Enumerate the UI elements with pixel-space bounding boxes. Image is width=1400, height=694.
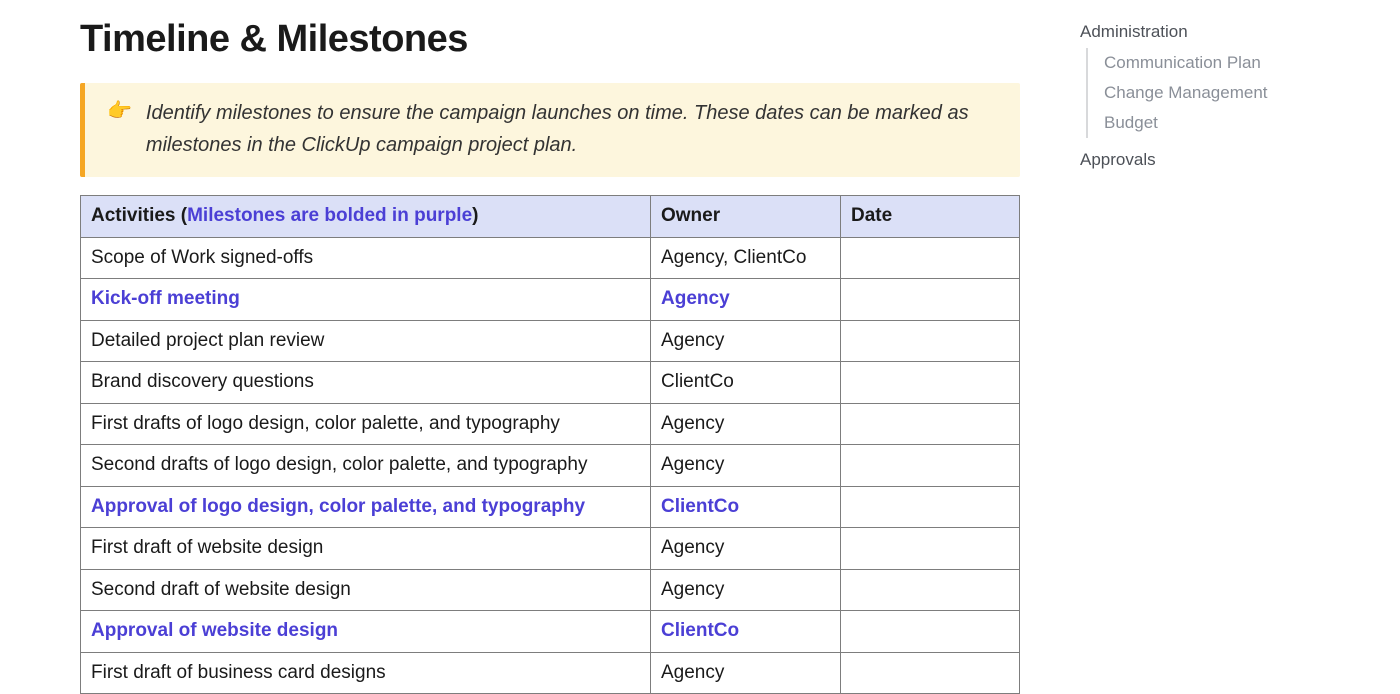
outline-sublist: Communication PlanChange ManagementBudge…	[1086, 48, 1340, 138]
date-cell[interactable]	[841, 362, 1020, 404]
owner-cell[interactable]: Agency	[651, 528, 841, 570]
owner-cell[interactable]: Agency, ClientCo	[651, 237, 841, 279]
activity-cell[interactable]: Second draft of website design	[81, 569, 651, 611]
table-row[interactable]: Scope of Work signed-offsAgency, ClientC…	[81, 237, 1020, 279]
table-row[interactable]: First draft of business card designsAgen…	[81, 652, 1020, 694]
activity-cell[interactable]: First drafts of logo design, color palet…	[81, 403, 651, 445]
date-cell[interactable]	[841, 569, 1020, 611]
owner-cell[interactable]: ClientCo	[651, 362, 841, 404]
date-cell[interactable]	[841, 528, 1020, 570]
callout-block: 👉 Identify milestones to ensure the camp…	[80, 83, 1020, 177]
outline-section-title[interactable]: Administration	[1080, 22, 1340, 42]
date-cell[interactable]	[841, 320, 1020, 362]
table-row[interactable]: Second drafts of logo design, color pale…	[81, 445, 1020, 487]
date-cell[interactable]	[841, 486, 1020, 528]
activity-cell[interactable]: Scope of Work signed-offs	[81, 237, 651, 279]
callout-text: Identify milestones to ensure the campai…	[146, 97, 998, 161]
col-header-date: Date	[841, 196, 1020, 238]
owner-cell[interactable]: Agency	[651, 445, 841, 487]
col-header-activities-highlight: Milestones are bolded in purple	[187, 205, 472, 226]
date-cell[interactable]	[841, 445, 1020, 487]
col-header-activities: Activities (Milestones are bolded in pur…	[81, 196, 651, 238]
table-row[interactable]: Detailed project plan reviewAgency	[81, 320, 1020, 362]
outline-sidebar: Administration Communication PlanChange M…	[1080, 10, 1340, 176]
table-row[interactable]: Brand discovery questionsClientCo	[81, 362, 1020, 404]
point-right-icon: 👉	[107, 97, 132, 125]
activity-cell[interactable]: First draft of business card designs	[81, 652, 651, 694]
activity-cell[interactable]: Approval of website design	[81, 611, 651, 653]
outline-section-title[interactable]: Approvals	[1080, 150, 1340, 170]
table-header-row: Activities (Milestones are bolded in pur…	[81, 196, 1020, 238]
owner-cell[interactable]: Agency	[651, 403, 841, 445]
owner-cell[interactable]: Agency	[651, 569, 841, 611]
owner-cell[interactable]: ClientCo	[651, 486, 841, 528]
activity-cell[interactable]: Kick-off meeting	[81, 279, 651, 321]
activity-cell[interactable]: Second drafts of logo design, color pale…	[81, 445, 651, 487]
main-content: Timeline & Milestones 👉 Identify milesto…	[80, 10, 1020, 694]
date-cell[interactable]	[841, 611, 1020, 653]
date-cell[interactable]	[841, 403, 1020, 445]
table-row[interactable]: Second draft of website designAgency	[81, 569, 1020, 611]
table-row[interactable]: First draft of website designAgency	[81, 528, 1020, 570]
date-cell[interactable]	[841, 652, 1020, 694]
table-row[interactable]: First drafts of logo design, color palet…	[81, 403, 1020, 445]
col-header-activities-suffix: )	[472, 205, 478, 226]
table-row[interactable]: Kick-off meetingAgency	[81, 279, 1020, 321]
outline-item[interactable]: Change Management	[1104, 78, 1340, 108]
owner-cell[interactable]: Agency	[651, 320, 841, 362]
activity-cell[interactable]: Detailed project plan review	[81, 320, 651, 362]
owner-cell[interactable]: Agency	[651, 279, 841, 321]
date-cell[interactable]	[841, 237, 1020, 279]
col-header-activities-prefix: Activities (	[91, 205, 187, 226]
activity-cell[interactable]: First draft of website design	[81, 528, 651, 570]
milestones-table: Activities (Milestones are bolded in pur…	[80, 195, 1020, 694]
outline-item[interactable]: Communication Plan	[1104, 48, 1340, 78]
outline-item[interactable]: Budget	[1104, 108, 1340, 138]
col-header-owner: Owner	[651, 196, 841, 238]
table-row[interactable]: Approval of logo design, color palette, …	[81, 486, 1020, 528]
table-row[interactable]: Approval of website designClientCo	[81, 611, 1020, 653]
owner-cell[interactable]: Agency	[651, 652, 841, 694]
activity-cell[interactable]: Approval of logo design, color palette, …	[81, 486, 651, 528]
owner-cell[interactable]: ClientCo	[651, 611, 841, 653]
activity-cell[interactable]: Brand discovery questions	[81, 362, 651, 404]
date-cell[interactable]	[841, 279, 1020, 321]
page-title: Timeline & Milestones	[80, 18, 1020, 61]
